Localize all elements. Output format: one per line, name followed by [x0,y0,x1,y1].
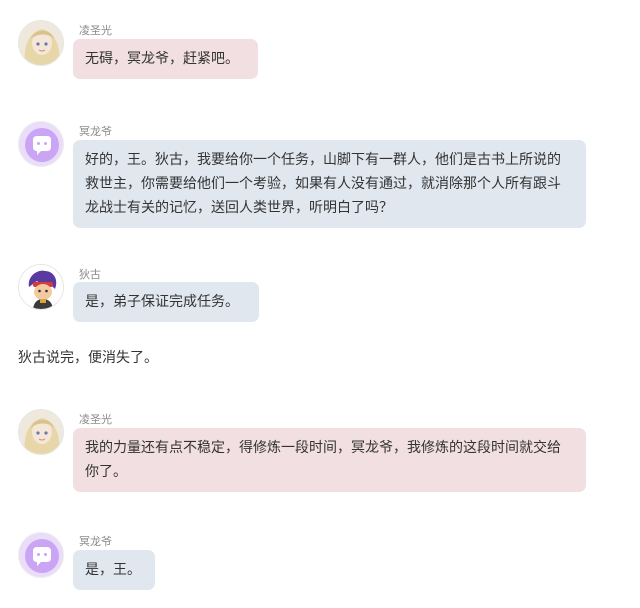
message-bubble: 是，弟子保证完成任务。 [73,282,259,322]
speaker-name: 狄古 [79,268,101,281]
cartoon-boy-avatar-icon[interactable] [18,264,64,310]
speaker-name: 冥龙爷 [79,125,112,138]
speaker-name: 冥龙爷 [79,535,112,548]
anime-girl-avatar-icon[interactable] [18,20,64,66]
message-bubble: 无碍，冥龙爷，赶紧吧。 [73,39,258,79]
message-bubble: 我的力量还有点不稳定，得修炼一段时间，冥龙爷，我修炼的这段时间就交给你了。 [73,428,586,492]
speaker-name: 凌圣光 [79,413,112,426]
chat-bubble-avatar-icon[interactable] [18,532,64,578]
narration-text: 狄古说完，便消失了。 [18,350,158,366]
chat-bubble-avatar-icon[interactable] [18,121,64,167]
speaker-name: 凌圣光 [79,24,112,37]
message-bubble: 是，王。 [73,550,155,590]
anime-girl-avatar-icon[interactable] [18,409,64,455]
message-bubble: 好的，王。狄古，我要给你一个任务，山脚下有一群人，他们是古书上所说的救世主，你需… [73,140,586,228]
